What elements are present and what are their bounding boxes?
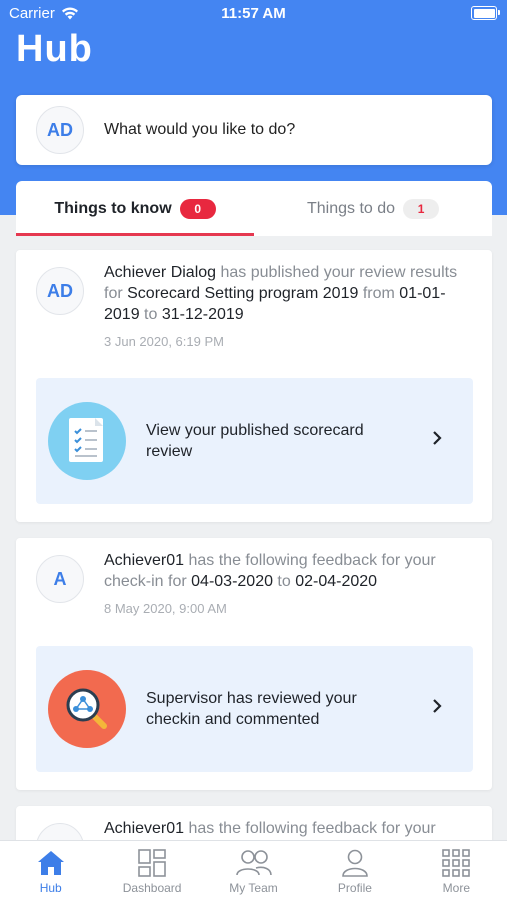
ask-prompt: What would you like to do? (104, 121, 296, 138)
tab-label: Things to do (306, 199, 396, 217)
feed-card: AD Achiever Dialog has published your re… (16, 250, 492, 522)
status-bar: Carrier 11:57 AM (0, 0, 507, 28)
count-badge: 1 (403, 198, 440, 219)
avatar: A (36, 555, 84, 603)
nav-label: More (442, 881, 470, 895)
avatar: AD (36, 106, 84, 154)
timestamp: 8 May 2020, 9:00 AM (104, 601, 227, 616)
checkin-review-action[interactable]: Supervisor has reviewed your checkin and… (36, 646, 473, 772)
action-label: View your published scorecard review (146, 422, 364, 460)
team-icon (235, 850, 272, 876)
date-to: 02-04-2020 (295, 573, 378, 590)
timestamp: 3 Jun 2020, 6:19 PM (104, 334, 224, 349)
chevron-right-icon (431, 697, 443, 721)
page-title: Hub (16, 28, 93, 70)
bottom-tab-bar: Hub Dashboard My Team Profile More (0, 840, 507, 900)
view-scorecard-action[interactable]: View your published scorecard review (36, 378, 473, 504)
action-label: Supervisor has reviewed your checkin and… (146, 690, 357, 728)
nav-label: Hub (39, 881, 62, 895)
message-text: to (139, 306, 162, 323)
tab-label: Things to know (54, 199, 172, 217)
actor-name: Achiever01 (104, 820, 185, 837)
status-time: 11:57 AM (221, 5, 286, 22)
tab-things-to-know[interactable]: Things to know 0 (16, 181, 254, 236)
actor-name: Achiever01 (104, 552, 185, 569)
feed-message: Achiever Dialog has published your revie… (104, 262, 474, 352)
nav-label: Profile (337, 881, 372, 895)
nav-hub[interactable]: Hub (0, 841, 101, 900)
nav-label: Dashboard (122, 881, 182, 895)
ask-action-card[interactable]: AD What would you like to do? (16, 95, 492, 165)
message-text: to (272, 573, 296, 590)
profile-icon (342, 849, 368, 877)
feed-message: Achiever01 has the following feedback fo… (104, 818, 474, 839)
date-to: 31-12-2019 (161, 306, 244, 323)
dashboard-icon (138, 849, 166, 877)
magnifier-review-icon (48, 670, 126, 748)
grid-icon (442, 849, 471, 877)
count-badge: 0 (179, 198, 216, 219)
message-text: has the following feedback for your (184, 820, 436, 837)
feed-card: A Achiever01 has the following feedback … (16, 538, 492, 790)
nav-my-team[interactable]: My Team (203, 841, 304, 900)
actor-name: Achiever Dialog (104, 264, 217, 281)
checklist-icon (48, 402, 126, 480)
message-text: from (358, 285, 400, 302)
feed-message: Achiever01 has the following feedback fo… (104, 550, 474, 619)
tab-bar: Things to know 0 Things to do 1 (16, 181, 492, 236)
nav-dashboard[interactable]: Dashboard (101, 841, 202, 900)
program-name: Scorecard Setting program 2019 (127, 285, 359, 302)
nav-profile[interactable]: Profile (304, 841, 405, 900)
tab-things-to-do[interactable]: Things to do 1 (254, 181, 492, 236)
chevron-right-icon (431, 429, 443, 453)
home-icon (37, 851, 64, 875)
battery-icon (471, 6, 500, 20)
nav-more[interactable]: More (406, 841, 507, 900)
nav-label: My Team (229, 881, 278, 895)
date-from: 04-03-2020 (191, 573, 273, 590)
avatar: AD (36, 267, 84, 315)
